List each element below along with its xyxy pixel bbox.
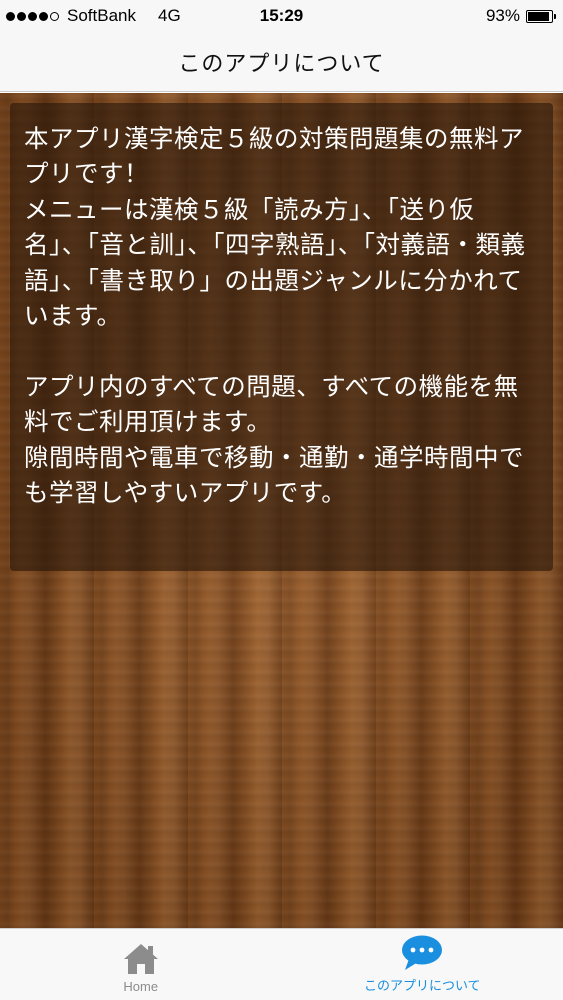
speech-bubble-icon	[400, 932, 444, 972]
battery-fill	[528, 11, 550, 21]
app-description-panel: 本アプリ漢字検定５級の対策問題集の無料アプリです！ メニューは漢検５級「読み方」…	[10, 103, 553, 571]
status-bar: SoftBank 4G 15:29 93%	[0, 0, 563, 32]
signal-strength-icon	[6, 11, 59, 21]
app-description-text: 本アプリ漢字検定５級の対策問題集の無料アプリです！ メニューは漢検５級「読み方」…	[24, 124, 526, 508]
battery-indicator: 93%	[485, 0, 556, 32]
tab-home[interactable]: Home	[0, 929, 282, 1000]
tab-about[interactable]: このアプリについて	[282, 929, 563, 1000]
network-type: 4G	[158, 6, 181, 25]
tab-home-label: Home	[123, 979, 159, 994]
battery-icon	[526, 9, 556, 23]
house-icon	[121, 936, 161, 976]
tab-about-label: このアプリについて	[363, 978, 481, 993]
page-title: このアプリについて	[178, 51, 385, 77]
content-area[interactable]: 本アプリ漢字検定５級の対策問題集の無料アプリです！ メニューは漢検５級「読み方」…	[0, 93, 563, 928]
carrier-name: SoftBank	[67, 6, 136, 25]
battery-percent: 93%	[485, 6, 520, 25]
navigation-bar: このアプリについて	[0, 32, 563, 92]
tab-bar: Home このアプリについて	[0, 928, 563, 1000]
